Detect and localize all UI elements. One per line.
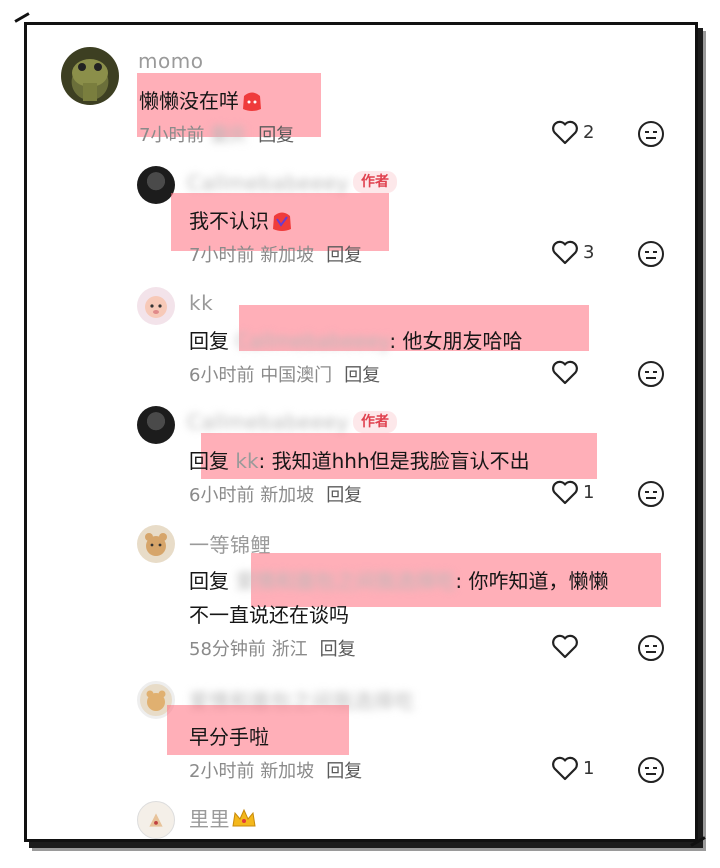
comment-author[interactable]: Callmebabeeey — [187, 410, 349, 434]
avatar[interactable] — [137, 406, 175, 444]
dislike-icon[interactable] — [637, 756, 665, 784]
dislike-icon[interactable] — [637, 240, 665, 268]
like-count: 3 — [583, 241, 595, 263]
heart-icon — [552, 634, 578, 659]
comment-meta: 7小时前 重庆 回复 — [139, 125, 295, 146]
comment-text: 回复 Callmebabeeey: 他女朋友哈哈 — [189, 329, 523, 353]
heart-icon — [552, 480, 578, 505]
comment-text: 我不认识 — [189, 205, 295, 238]
comment-author[interactable]: 里里 — [189, 803, 258, 835]
avatar[interactable] — [137, 801, 175, 839]
author-badge: 作者 — [353, 411, 397, 433]
comment-text: 懒懒没在咩 — [139, 85, 265, 118]
comment-meta: 6小时前 新加坡 回复 — [189, 485, 363, 506]
comment-author[interactable]: momo — [138, 49, 203, 73]
comment-text: 早分手啦 — [189, 725, 269, 749]
like-button[interactable] — [551, 359, 579, 385]
comment-text: 回复 kk: 我知道hhh但是我脸盲认不出 — [189, 449, 530, 473]
like-count: 2 — [583, 121, 595, 143]
avatar[interactable] — [61, 47, 119, 105]
heart-icon — [552, 240, 578, 265]
like-button[interactable]: 1 — [551, 479, 594, 505]
like-button[interactable]: 1 — [551, 755, 594, 781]
avatar[interactable] — [137, 525, 175, 563]
comment-author[interactable]: kk — [189, 291, 213, 315]
dislike-icon[interactable] — [637, 634, 665, 662]
comment-meta: 6小时前 中国澳门 回复 — [189, 365, 381, 386]
reply-button[interactable]: 回复 — [320, 639, 356, 660]
dislike-icon[interactable] — [637, 120, 665, 148]
author-badge: 作者 — [353, 171, 397, 193]
reply-button[interactable]: 回复 — [326, 245, 362, 266]
reply-button[interactable]: 回复 — [344, 365, 380, 386]
avatar[interactable] — [137, 287, 175, 325]
reply-button[interactable]: 回复 — [326, 485, 362, 506]
comment-text: 回复 爱情和面包之间我选择吃: 你咋知道，懒懒 — [189, 569, 609, 593]
heart-icon — [552, 360, 578, 385]
bag-emoji-icon — [269, 207, 295, 238]
like-button[interactable]: 2 — [551, 119, 594, 145]
reply-button[interactable]: 回复 — [326, 761, 362, 782]
comment-panel: momo 懒懒没在咩 7小时前 重庆 回复 2 Callmebabeeey 作者 … — [24, 22, 698, 842]
comment-text-line2: 不一直说还在谈吗 — [189, 603, 349, 627]
comment-meta: 2小时前 新加坡 回复 — [189, 761, 363, 782]
heart-icon — [552, 120, 578, 145]
avatar[interactable] — [137, 166, 175, 204]
like-button[interactable]: 3 — [551, 239, 594, 265]
like-count: 1 — [583, 757, 595, 779]
comment-meta: 7小时前 新加坡 回复 — [189, 245, 363, 266]
comment-author[interactable]: Callmebabeeey — [187, 171, 349, 195]
reply-button[interactable]: 回复 — [258, 125, 294, 146]
heart-icon — [552, 756, 578, 781]
bag-emoji-icon — [239, 87, 265, 118]
dislike-icon[interactable] — [637, 480, 665, 508]
like-count: 1 — [583, 481, 595, 503]
comment-meta: 58分钟前 浙江 回复 — [189, 639, 356, 660]
crown-icon — [230, 806, 258, 835]
dislike-icon[interactable] — [637, 360, 665, 388]
like-button[interactable] — [551, 633, 579, 659]
